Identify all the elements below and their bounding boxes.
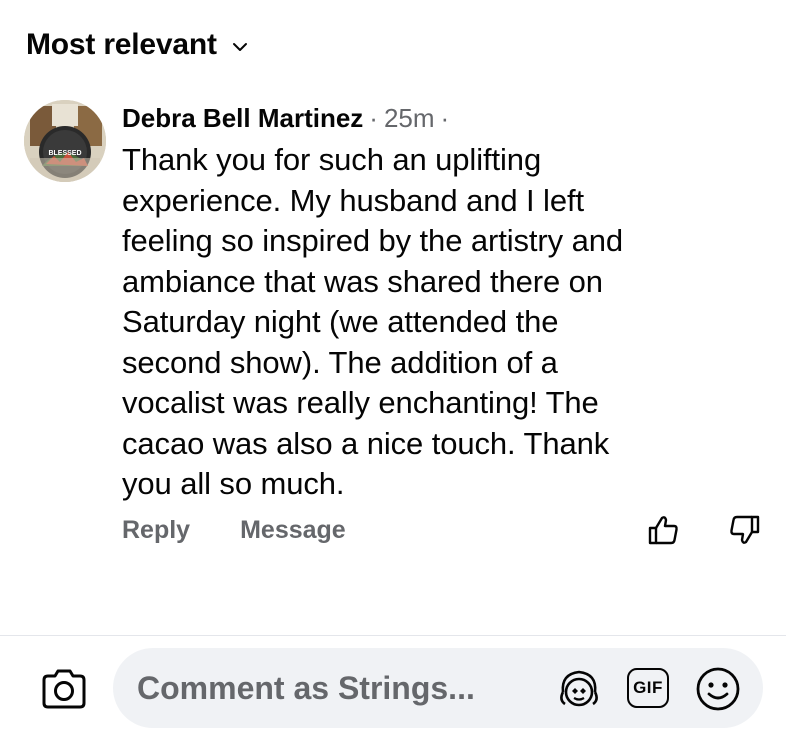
comment-text-line: vocalist was really enchanting! The: [122, 385, 599, 420]
camera-icon[interactable]: [40, 668, 88, 710]
comment-text-line: Thank you for such an uplifting: [122, 142, 542, 177]
avatar-image: BLESSED: [24, 100, 106, 182]
comment-actions: Reply Message: [122, 513, 762, 547]
chevron-down-icon: [232, 43, 247, 51]
avatar[interactable]: BLESSED: [24, 100, 106, 182]
thumbs-up-icon[interactable]: [646, 513, 680, 547]
comment-text-line: experience. My husband and I left: [122, 182, 584, 218]
gif-icon[interactable]: GIF: [627, 668, 669, 708]
comment-text-line: cacao was also a nice touch. Thank: [122, 425, 610, 461]
comment-body: Debra Bell Martinez · 25m · Thank you fo…: [122, 100, 762, 505]
comment-composer: GIF: [0, 648, 786, 730]
comment-text: Thank you for such an uplifting experien…: [122, 140, 762, 505]
avatar-sticker-icon[interactable]: [555, 666, 603, 710]
comment-text-line: ambiance that was shared there on: [122, 263, 603, 299]
emoji-icon[interactable]: [695, 666, 741, 712]
comment-text-line: you all so much.: [122, 466, 345, 501]
message-button[interactable]: Message: [240, 516, 346, 545]
divider: [0, 635, 786, 636]
sort-dropdown[interactable]: Most relevant: [26, 28, 249, 62]
comment-meta: Debra Bell Martinez · 25m ·: [122, 100, 762, 136]
comment-input-pill[interactable]: GIF: [113, 648, 763, 728]
reply-button[interactable]: Reply: [122, 516, 190, 545]
gif-label: GIF: [633, 678, 663, 697]
sort-label: Most relevant: [26, 28, 217, 61]
comment-timestamp[interactable]: 25m: [384, 100, 435, 136]
avatar-badge-text: BLESSED: [48, 150, 81, 157]
comment-text-line: feeling so inspired by the artistry and: [122, 223, 623, 258]
comment-text-line: Saturday night (we attended the: [122, 304, 559, 339]
meta-separator: ·: [369, 103, 378, 133]
comment-author[interactable]: Debra Bell Martinez: [122, 100, 363, 136]
comment-input[interactable]: [137, 666, 537, 710]
comment-text-line: second show). The addition of a: [122, 344, 558, 380]
meta-separator: ·: [440, 103, 450, 133]
reaction-buttons: [646, 513, 762, 547]
thumbs-down-icon[interactable]: [728, 513, 762, 547]
